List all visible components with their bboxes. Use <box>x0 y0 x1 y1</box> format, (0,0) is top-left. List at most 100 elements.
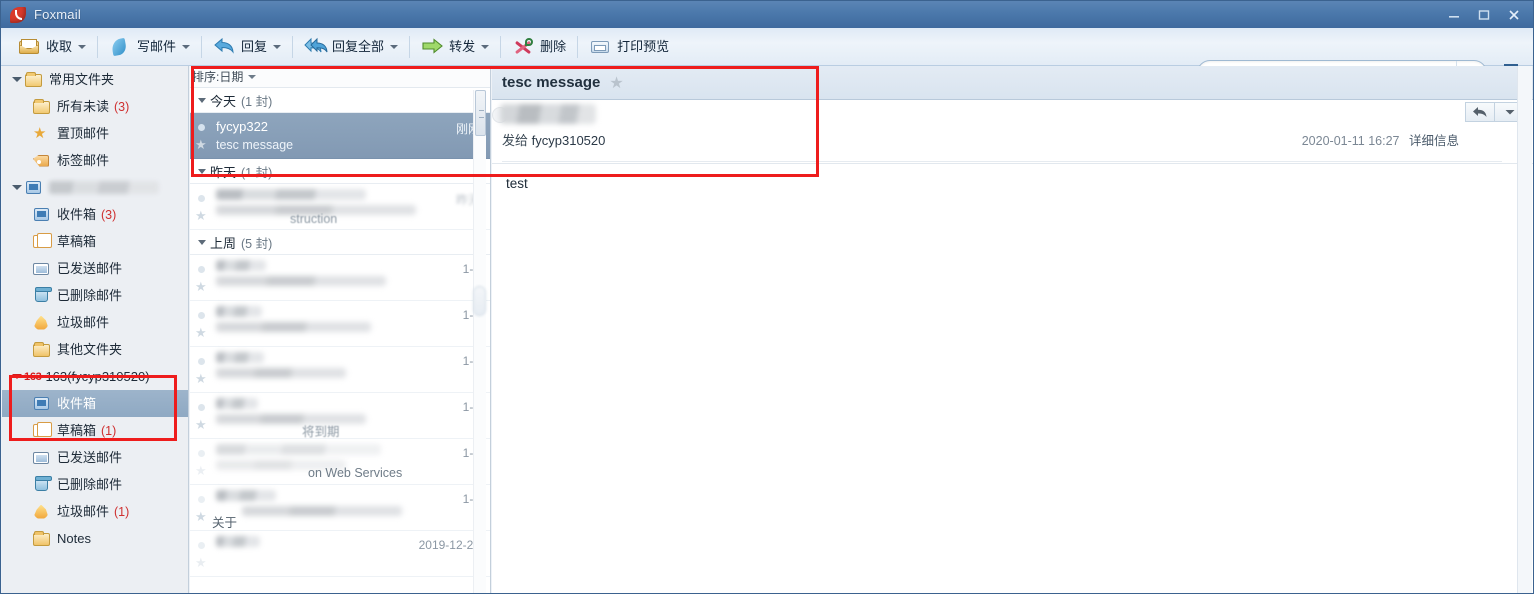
star-icon[interactable]: ★ <box>195 137 207 153</box>
star-icon[interactable]: ★ <box>195 325 207 341</box>
message-list-item[interactable]: ★ 1-3 <box>190 347 490 393</box>
sidebar-item-163-junk[interactable]: 垃圾邮件 (1) <box>2 498 188 525</box>
reply-all-button[interactable]: 回复全部 <box>297 32 405 62</box>
sidebar-item-all-unread[interactable]: 所有未读 (3) <box>2 93 188 120</box>
maximize-icon[interactable] <box>1469 4 1499 26</box>
reading-pane: tesc message ★ 发给 fycyp310520 2020-01-11… <box>492 66 1533 593</box>
sidebar-group-account-redacted[interactable] <box>2 174 188 201</box>
message-list-panel[interactable]: 排序:日期 今天 (1 封) ★ fycyp322 tesc message 刚… <box>190 66 491 593</box>
compose-button[interactable]: 写邮件 <box>102 32 197 62</box>
reply-button[interactable]: 回复 <box>206 32 288 62</box>
expand-triangle-icon[interactable] <box>10 185 24 190</box>
receive-dropdown-icon[interactable] <box>78 44 87 49</box>
collapse-triangle-icon[interactable] <box>194 239 210 245</box>
recipient-line: 发给 fycyp310520 <box>502 130 605 149</box>
account-icon <box>24 180 44 196</box>
sidebar-item-deleted[interactable]: 已删除邮件 <box>2 282 188 309</box>
reply-dropdown-icon[interactable] <box>273 44 282 49</box>
detail-info-link[interactable]: 详细信息 <box>1409 134 1459 148</box>
sidebar-item-junk[interactable]: 垃圾邮件 <box>2 309 188 336</box>
message-list-item[interactable]: ★ 2019-12-29 <box>190 531 490 577</box>
message-list-item[interactable]: ★ 1-5 <box>190 255 490 301</box>
sidebar-item-inbox[interactable]: 收件箱 (3) <box>2 201 188 228</box>
recipient-value: fycyp310520 <box>531 133 606 148</box>
expand-triangle-icon[interactable] <box>10 374 24 379</box>
sidebar-item-tagged-mail[interactable]: 标签邮件 <box>2 147 188 174</box>
app-title: Foxmail <box>34 7 81 22</box>
close-icon[interactable] <box>1499 4 1529 26</box>
scrollbar-thumb-secondary[interactable] <box>473 286 486 316</box>
sidebar-item-163-deleted[interactable]: 已删除邮件 <box>2 471 188 498</box>
star-outline-icon[interactable]: ★ <box>609 73 623 93</box>
star-icon[interactable]: ★ <box>195 208 207 224</box>
redacted-sender <box>216 490 276 501</box>
message-list-item[interactable]: ★ 1-4 <box>190 301 490 347</box>
print-preview-icon <box>589 37 611 57</box>
delete-button[interactable]: 删除 <box>505 32 573 62</box>
print-preview-button[interactable]: 打印预览 <box>582 32 676 62</box>
notes-folder-icon <box>32 530 52 547</box>
message-list-item-selected[interactable]: ★ fycyp322 tesc message 刚刚 <box>190 113 490 159</box>
foxmail-window: Foxmail 收取 写邮件 回复 回复全部 转发 删除 打印预览 搜索邮件 常… <box>0 0 1534 594</box>
group-label: 上周 <box>210 235 237 251</box>
expand-triangle-icon[interactable] <box>10 77 24 82</box>
star-icon[interactable]: ★ <box>195 463 207 479</box>
forward-button[interactable]: 转发 <box>414 32 496 62</box>
message-list-item[interactable]: ★ struction 昨天 <box>190 184 490 230</box>
group-count: (5 封) <box>241 236 273 251</box>
message-time: 2019-12-29 <box>418 538 480 552</box>
sidebar-group-common-folders[interactable]: 常用文件夹 <box>2 66 188 93</box>
redacted-sender <box>216 260 266 271</box>
group-count: (1 封) <box>241 165 273 180</box>
reply-all-arrow-icon <box>304 37 328 57</box>
unread-dot-icon <box>198 450 205 457</box>
message-subject: tesc message <box>216 138 294 152</box>
redacted-subject <box>216 368 346 378</box>
receive-button[interactable]: 收取 <box>11 32 93 62</box>
scrollbar-thumb[interactable] <box>475 90 486 136</box>
sort-label: 排序:日期 <box>192 70 244 84</box>
sidebar-item-sent[interactable]: 已发送邮件 <box>2 255 188 282</box>
redacted-sender <box>216 444 381 455</box>
sidebar-item-other-folders[interactable]: 其他文件夹 <box>2 336 188 363</box>
recipient-label: 发给 <box>502 133 529 148</box>
collapse-triangle-icon[interactable] <box>194 168 210 174</box>
star-icon[interactable]: ★ <box>195 371 207 387</box>
message-group-header-last-week[interactable]: 上周 (5 封) <box>190 230 490 255</box>
sidebar-item-163-sent[interactable]: 已发送邮件 <box>2 444 188 471</box>
message-date: 2020-01-11 16:27 详细信息 <box>1302 130 1459 149</box>
window-scrollbar[interactable] <box>1517 66 1532 593</box>
star-icon[interactable]: ★ <box>195 417 207 433</box>
folder-sidebar[interactable]: 常用文件夹 所有未读 (3) ★ 置顶邮件 标签邮件 收件箱 (3) 草稿箱 已… <box>2 66 189 593</box>
sidebar-item-163-notes[interactable]: Notes <box>2 525 188 552</box>
sort-bar[interactable]: 排序:日期 <box>190 66 490 88</box>
sidebar-item-drafts[interactable]: 草稿箱 <box>2 228 188 255</box>
collapse-triangle-icon[interactable] <box>194 97 210 103</box>
sidebar-item-163-drafts[interactable]: 草稿箱 (1) <box>2 417 188 444</box>
inbox-monitor-icon <box>32 207 52 223</box>
message-list-scrollbar[interactable] <box>473 90 486 593</box>
reply-arrow-icon[interactable] <box>1465 102 1495 122</box>
message-list-item[interactable]: ★ 将到期 1-2 <box>190 393 490 439</box>
message-list-item[interactable]: ★ on Web Services 1-2 <box>190 439 490 485</box>
compose-dropdown-icon[interactable] <box>182 44 191 49</box>
sidebar-item-163-inbox[interactable]: 收件箱 <box>2 390 188 417</box>
partial-subject-text: 关于 <box>212 516 238 530</box>
unread-dot-icon <box>198 124 205 131</box>
unread-dot-icon <box>198 312 205 319</box>
star-icon: ★ <box>33 124 47 142</box>
reply-all-dropdown-icon[interactable] <box>390 44 399 49</box>
sidebar-group-163-account[interactable]: 163 163(fycyp310520) <box>2 363 188 390</box>
sort-chevron-down-icon[interactable] <box>248 74 257 79</box>
star-icon[interactable]: ★ <box>195 555 207 571</box>
group-label: 今天 <box>210 93 237 109</box>
star-icon[interactable]: ★ <box>195 279 207 295</box>
message-group-header-today[interactable]: 今天 (1 封) <box>190 88 490 113</box>
message-group-header-yesterday[interactable]: 昨天 (1 封) <box>190 159 490 184</box>
star-icon[interactable]: ★ <box>195 509 207 525</box>
sidebar-item-pinned-mail[interactable]: ★ 置顶邮件 <box>2 120 188 147</box>
forward-dropdown-icon[interactable] <box>481 44 490 49</box>
inbox-monitor-icon <box>32 396 52 412</box>
minimize-icon[interactable] <box>1439 4 1469 26</box>
message-list-item[interactable]: ★ 关于 1-2 <box>190 485 490 531</box>
